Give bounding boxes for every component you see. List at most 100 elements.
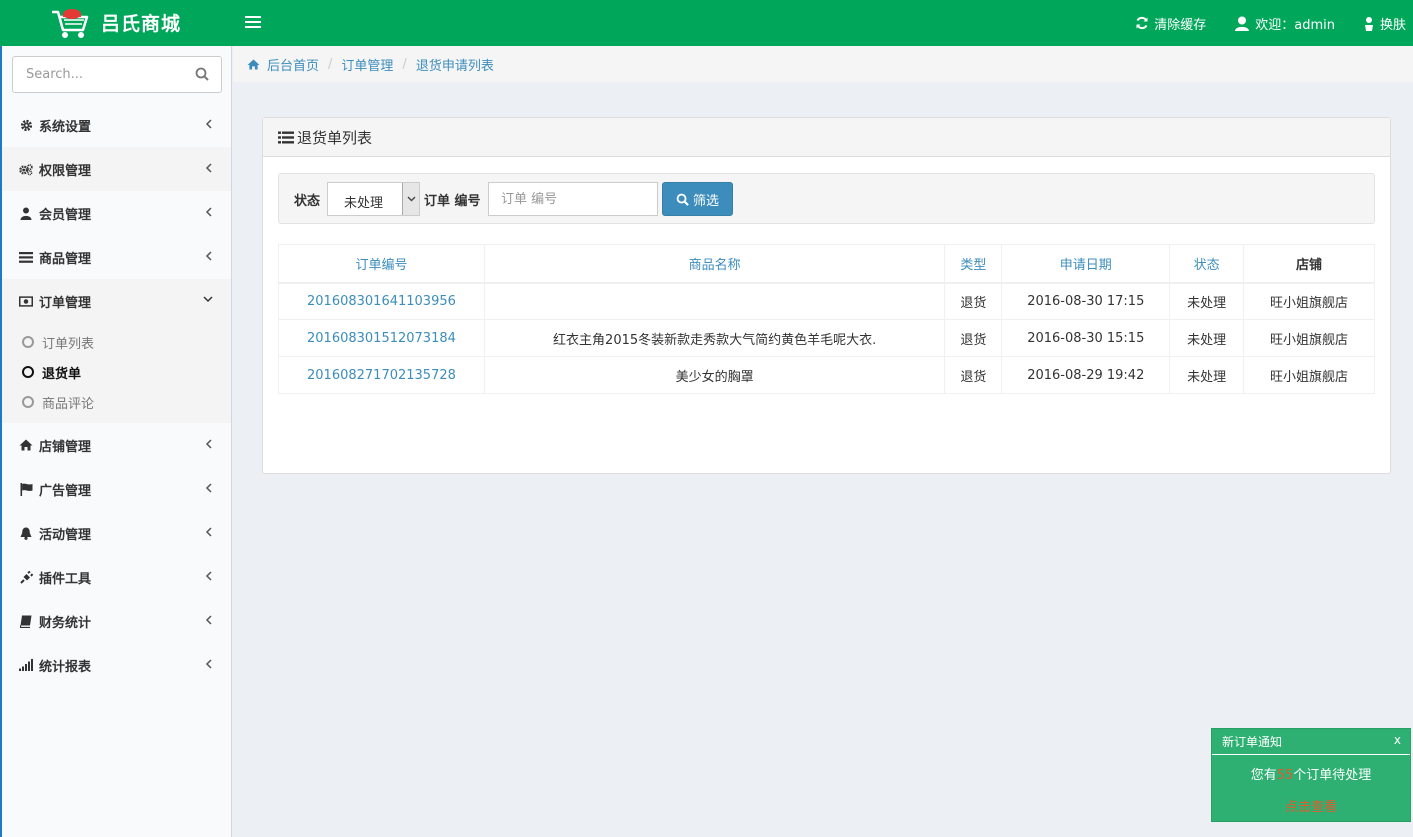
- sidebar-item-plugins[interactable]: 插件工具: [2, 555, 231, 599]
- user-menu[interactable]: 欢迎：admin: [1234, 14, 1335, 33]
- flag-icon: [20, 482, 32, 496]
- order-number-input[interactable]: [488, 182, 658, 216]
- sidebar-item-permissions[interactable]: 权限管理: [2, 147, 231, 191]
- sidebar-item-label: 会员管理: [39, 207, 92, 223]
- return-status: 未处理: [1169, 356, 1245, 394]
- submenu-item-label: 退货单: [42, 366, 82, 382]
- column-header-status[interactable]: 状态: [1169, 244, 1245, 284]
- sidebar-item-ads[interactable]: 广告管理: [2, 467, 231, 511]
- search-input[interactable]: [13, 57, 183, 92]
- return-type: 退货: [944, 282, 1003, 320]
- return-status: 未处理: [1169, 319, 1245, 357]
- skin-label: 换肤: [1379, 17, 1406, 33]
- orders-submenu: 订单列表 退货单 商品评论: [2, 323, 231, 423]
- column-header-date[interactable]: 申请日期: [1001, 244, 1171, 284]
- chevron-left-icon: [205, 163, 212, 173]
- chevron-down-icon: [402, 183, 419, 215]
- submenu-item-order-list[interactable]: 订单列表: [2, 327, 231, 357]
- search-icon[interactable]: [195, 67, 209, 81]
- breadcrumb-orders-link[interactable]: 订单管理: [341, 55, 393, 74]
- return-type: 退货: [944, 356, 1003, 394]
- order-number-link[interactable]: 201608271702135728: [278, 356, 485, 394]
- book-icon: [20, 615, 32, 628]
- sidebar-item-label: 活动管理: [39, 527, 92, 543]
- skin-button[interactable]: 换肤: [1363, 14, 1406, 33]
- order-number-link[interactable]: 201608301641103956: [278, 282, 485, 320]
- product-name: 美少女的胸罩: [483, 356, 946, 394]
- product-name: [483, 282, 946, 320]
- home-icon: [19, 439, 33, 451]
- sidebar-item-system-settings[interactable]: 系统设置: [2, 103, 231, 147]
- clear-cache-button[interactable]: 清除缓存: [1135, 14, 1206, 33]
- pending-order-count: 55: [1276, 768, 1294, 783]
- shop-name: 旺小姐旗舰店: [1243, 282, 1375, 320]
- breadcrumb-returns-link[interactable]: 退货申请列表: [416, 55, 494, 74]
- table-row: 201608301512073184 红衣主角2015冬装新款走秀款大气简约黄色…: [278, 319, 1375, 357]
- chevron-left-icon: [205, 483, 212, 493]
- order-number-link[interactable]: 201608301512073184: [278, 319, 485, 357]
- chevron-left-icon: [205, 571, 212, 581]
- money-icon: [19, 295, 33, 307]
- sidebar-item-orders[interactable]: 订单管理: [2, 279, 231, 323]
- chevron-left-icon: [205, 659, 212, 669]
- filter-button-label: 筛选: [692, 193, 719, 209]
- sidebar-item-activities[interactable]: 活动管理: [2, 511, 231, 555]
- sidebar-toggle-button[interactable]: [244, 13, 262, 31]
- product-name: 红衣主角2015冬装新款走秀款大气简约黄色羊毛呢大衣.: [483, 319, 946, 357]
- sidebar-item-products[interactable]: 商品管理: [2, 235, 231, 279]
- return-type: 退货: [944, 319, 1003, 357]
- sidebar-item-finance[interactable]: 财务统计: [2, 599, 231, 643]
- sidebar-item-label: 系统设置: [39, 119, 92, 135]
- breadcrumb: 后台首页 / 订单管理 / 退货申请列表: [233, 46, 1413, 82]
- sidebar-item-label: 权限管理: [39, 163, 92, 179]
- sidebar-item-members[interactable]: 会员管理: [2, 191, 231, 235]
- circle-icon: [22, 396, 34, 408]
- sidebar: 系统设置 权限管理 会员管理 商品管理 订单管理 订单列表: [0, 46, 232, 837]
- sidebar-menu: 系统设置 权限管理 会员管理 商品管理 订单管理 订单列表 退货单 商品评论 店…: [2, 103, 231, 687]
- plug-icon: [19, 570, 33, 584]
- circle-icon: [22, 336, 34, 348]
- returns-table: 订单编号 商品名称 类型 申请日期 状态 店铺 2016083016411039…: [278, 244, 1375, 394]
- sidebar-item-label: 统计报表: [39, 659, 92, 675]
- list-icon: [278, 131, 294, 143]
- submenu-item-label: 订单列表: [42, 336, 95, 352]
- brand[interactable]: 吕氏商城: [0, 0, 232, 46]
- list-icon: [19, 251, 33, 263]
- submenu-item-reviews[interactable]: 商品评论: [2, 387, 231, 417]
- sidebar-item-reports[interactable]: 统计报表: [2, 643, 231, 687]
- circle-icon: [22, 366, 34, 378]
- notification-title: 新订单通知: [1222, 735, 1283, 749]
- filter-bar: 状态 未处理 订单 编号 筛选: [278, 173, 1375, 224]
- chevron-left-icon: [205, 615, 212, 625]
- notification-view-link[interactable]: 点击查看: [1212, 796, 1410, 815]
- sidebar-item-label: 广告管理: [39, 483, 92, 499]
- column-header-product[interactable]: 商品名称: [483, 244, 946, 284]
- column-header-shop: 店铺: [1243, 244, 1375, 284]
- user-icon: [20, 207, 32, 220]
- breadcrumb-separator: /: [402, 56, 407, 72]
- clear-cache-label: 清除缓存: [1154, 17, 1207, 33]
- column-header-type[interactable]: 类型: [944, 244, 1003, 284]
- status-label: 状态: [294, 194, 321, 209]
- welcome-text: 欢迎：admin: [1255, 17, 1335, 33]
- notification-close-button[interactable]: x: [1394, 733, 1401, 747]
- column-header-order-no[interactable]: 订单编号: [278, 244, 485, 284]
- sidebar-item-label: 财务统计: [39, 615, 92, 631]
- home-icon: [247, 58, 260, 70]
- new-order-notification: 新订单通知 x 您有55个订单待处理 点击查看: [1211, 728, 1411, 822]
- apply-date: 2016-08-30 17:15: [1001, 282, 1171, 320]
- sidebar-item-shops[interactable]: 店铺管理: [2, 423, 231, 467]
- skin-icon: [1364, 16, 1373, 31]
- panel-title: 退货单列表: [297, 128, 373, 147]
- status-select[interactable]: 未处理: [327, 182, 420, 216]
- breadcrumb-home-link[interactable]: 后台首页: [267, 55, 319, 74]
- sidebar-item-label: 店铺管理: [39, 439, 92, 455]
- sidebar-item-label: 商品管理: [39, 251, 92, 267]
- notification-text-before: 您有: [1250, 768, 1277, 783]
- chevron-left-icon: [205, 207, 212, 217]
- submenu-item-returns[interactable]: 退货单: [2, 357, 231, 387]
- shop-name: 旺小姐旗舰店: [1243, 356, 1375, 394]
- filter-button[interactable]: 筛选: [662, 182, 733, 216]
- submenu-item-label: 商品评论: [42, 396, 95, 412]
- user-icon: [1235, 16, 1250, 31]
